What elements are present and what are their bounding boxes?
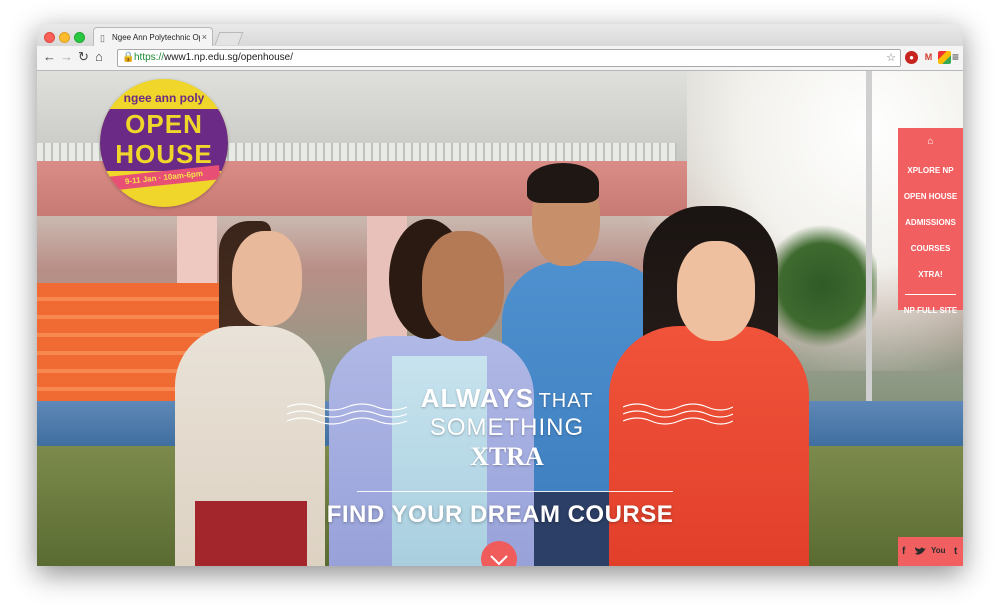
social-links: f You t bbox=[898, 537, 963, 566]
badge-open-text: OPEN bbox=[125, 109, 203, 139]
nav-courses[interactable]: COURSES bbox=[898, 244, 963, 253]
scroll-down-button[interactable] bbox=[481, 541, 517, 566]
nav-np-full-site[interactable]: NP FULL SITE bbox=[898, 306, 963, 315]
tab-close-icon[interactable]: × bbox=[202, 32, 207, 42]
chevron-down-icon bbox=[490, 555, 508, 566]
url-text: https://www1.np.edu.sg/openhouse/ bbox=[134, 52, 293, 63]
maximize-window-button[interactable] bbox=[74, 32, 85, 43]
nav-admissions[interactable]: ADMISSIONS bbox=[898, 218, 963, 227]
tumblr-icon[interactable]: t bbox=[954, 546, 957, 557]
nav-xplore-np[interactable]: XPLORE NP bbox=[898, 166, 963, 175]
student-3-hair bbox=[527, 163, 599, 203]
facebook-icon[interactable]: f bbox=[902, 546, 905, 557]
forward-button[interactable]: → bbox=[60, 50, 73, 64]
new-tab-button[interactable] bbox=[214, 32, 244, 45]
nav-divider bbox=[905, 294, 956, 295]
tagline-xtra: XTRA bbox=[470, 442, 544, 471]
title-bar: ▯ Ngee Ann Polytechnic Oper × bbox=[37, 24, 963, 47]
student-1-face bbox=[232, 231, 302, 326]
lock-icon: 🔒 bbox=[122, 52, 135, 63]
page-viewport: ngee ann poly OPEN HOUSE 9-11 Jan · 10am… bbox=[37, 71, 963, 566]
student-4-face bbox=[677, 241, 755, 341]
page-icon: ▯ bbox=[100, 33, 105, 43]
home-button[interactable]: ⌂ bbox=[95, 50, 103, 64]
student-4 bbox=[609, 326, 809, 566]
find-course-heading[interactable]: FIND YOUR DREAM COURSE bbox=[287, 501, 713, 529]
tagline: ALWAYS THAT SOMETHING XTRA bbox=[397, 383, 617, 472]
tagline-always: ALWAYS bbox=[420, 383, 535, 413]
tagline-something: SOMETHING bbox=[429, 414, 585, 441]
minimize-window-button[interactable] bbox=[59, 32, 70, 43]
wave-lines-right bbox=[623, 403, 733, 425]
badge-school-name: ngee ann poly bbox=[123, 91, 205, 105]
gmail-extension-icon[interactable]: M bbox=[922, 51, 935, 64]
badge-house-text: HOUSE bbox=[115, 139, 213, 169]
tab-title: Ngee Ann Polytechnic Oper bbox=[112, 33, 200, 42]
reload-button[interactable]: ↻ bbox=[78, 50, 89, 64]
address-bar[interactable]: 🔒 https://www1.np.edu.sg/openhouse/ ☆ bbox=[117, 49, 901, 67]
wave-lines-left bbox=[287, 403, 407, 425]
student-2-face bbox=[422, 231, 504, 341]
light-pole bbox=[866, 71, 872, 401]
nav-xtra[interactable]: XTRA! bbox=[898, 270, 963, 279]
browser-window: ▯ Ngee Ann Polytechnic Oper × ← → ↻ ⌂ 🔒 … bbox=[37, 24, 963, 566]
open-house-badge[interactable]: ngee ann poly OPEN HOUSE 9-11 Jan · 10am… bbox=[100, 79, 228, 207]
bookmark-star-icon[interactable]: ☆ bbox=[886, 50, 896, 66]
tagline-that: THAT bbox=[538, 390, 594, 412]
back-button[interactable]: ← bbox=[43, 50, 56, 64]
blocker-extension-icon[interactable]: ● bbox=[905, 51, 918, 64]
twitter-icon[interactable] bbox=[914, 546, 927, 557]
browser-toolbar: ← → ↻ ⌂ 🔒 https://www1.np.edu.sg/openhou… bbox=[37, 46, 963, 71]
nav-open-house[interactable]: OPEN HOUSE bbox=[898, 192, 963, 201]
side-navigation: ⌂ XPLORE NP OPEN HOUSE ADMISSIONS COURSE… bbox=[898, 128, 963, 315]
tree bbox=[767, 221, 877, 351]
close-window-button[interactable] bbox=[44, 32, 55, 43]
browser-tab[interactable]: ▯ Ngee Ann Polytechnic Oper × bbox=[93, 27, 213, 47]
youtube-icon[interactable]: You bbox=[931, 546, 946, 555]
home-icon[interactable]: ⌂ bbox=[898, 136, 963, 147]
hero-divider bbox=[357, 491, 673, 492]
menu-icon[interactable]: ≡ bbox=[949, 51, 962, 64]
